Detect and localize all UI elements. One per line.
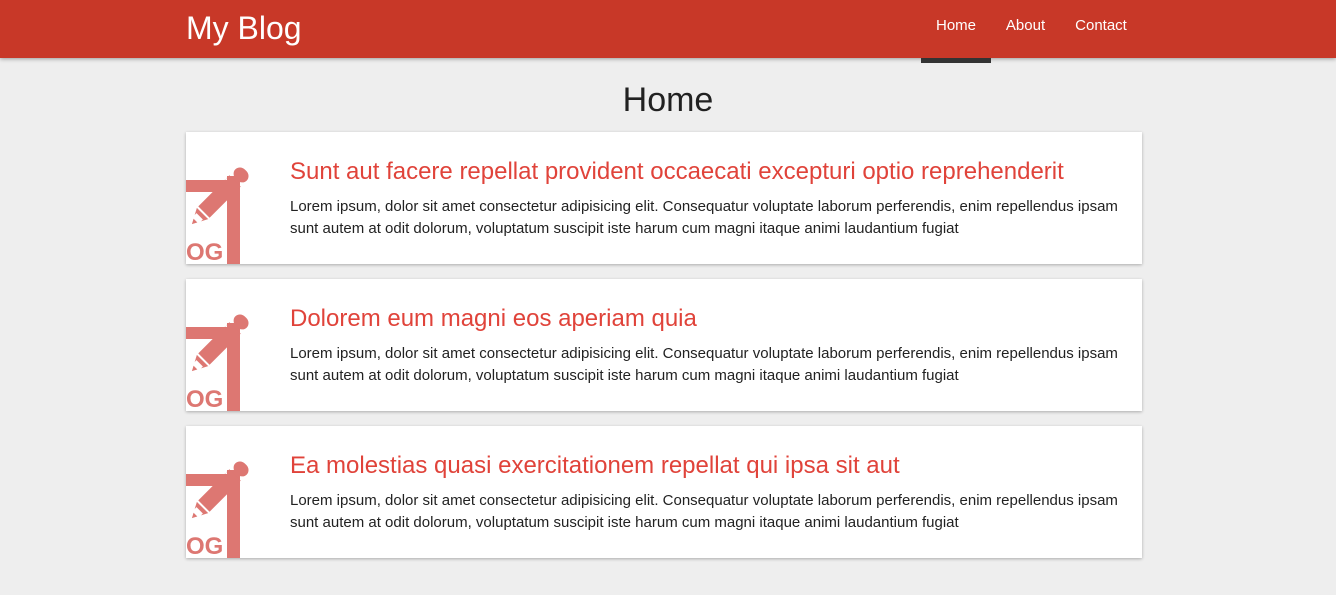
post-card[interactable]: OG Dolorem eum magni eos aperiam quia Lo…	[186, 279, 1142, 411]
post-title[interactable]: Dolorem eum magni eos aperiam quia	[290, 305, 697, 333]
post-title[interactable]: Ea molestias quasi exercitationem repell…	[290, 452, 900, 480]
brand-link[interactable]: My Blog	[186, 9, 302, 47]
post-title[interactable]: Sunt aut facere repellat provident occae…	[290, 158, 1064, 186]
blog-pencil-icon: OG	[186, 456, 262, 558]
nav-item-contact[interactable]: Contact	[1060, 0, 1142, 58]
active-nav-indicator	[921, 58, 991, 63]
top-navbar: My Blog Home About Contact	[0, 0, 1336, 58]
post-card[interactable]: OG Sunt aut facere repellat provident oc…	[186, 132, 1142, 264]
post-excerpt: Lorem ipsum, dolor sit amet consectetur …	[290, 492, 1118, 531]
nav-item-label: Contact	[1075, 16, 1127, 34]
nav-item-about[interactable]: About	[991, 0, 1060, 58]
main-nav: Home About Contact	[921, 0, 1142, 58]
nav-item-label: About	[1005, 16, 1046, 34]
page-title: Home	[622, 81, 714, 119]
nav-item-home[interactable]: Home	[921, 0, 991, 58]
post-excerpt: Lorem ipsum, dolor sit amet consectetur …	[290, 198, 1118, 237]
blog-pencil-icon: OG	[186, 162, 262, 264]
blog-pencil-icon: OG	[186, 309, 262, 411]
thumbnail-text: OG	[186, 533, 223, 558]
thumbnail-text: OG	[186, 239, 223, 264]
thumbnail-text: OG	[186, 386, 223, 411]
post-card[interactable]: OG Ea molestias quasi exercitationem rep…	[186, 426, 1142, 558]
nav-item-label: Home	[936, 16, 977, 34]
post-excerpt: Lorem ipsum, dolor sit amet consectetur …	[290, 345, 1118, 384]
